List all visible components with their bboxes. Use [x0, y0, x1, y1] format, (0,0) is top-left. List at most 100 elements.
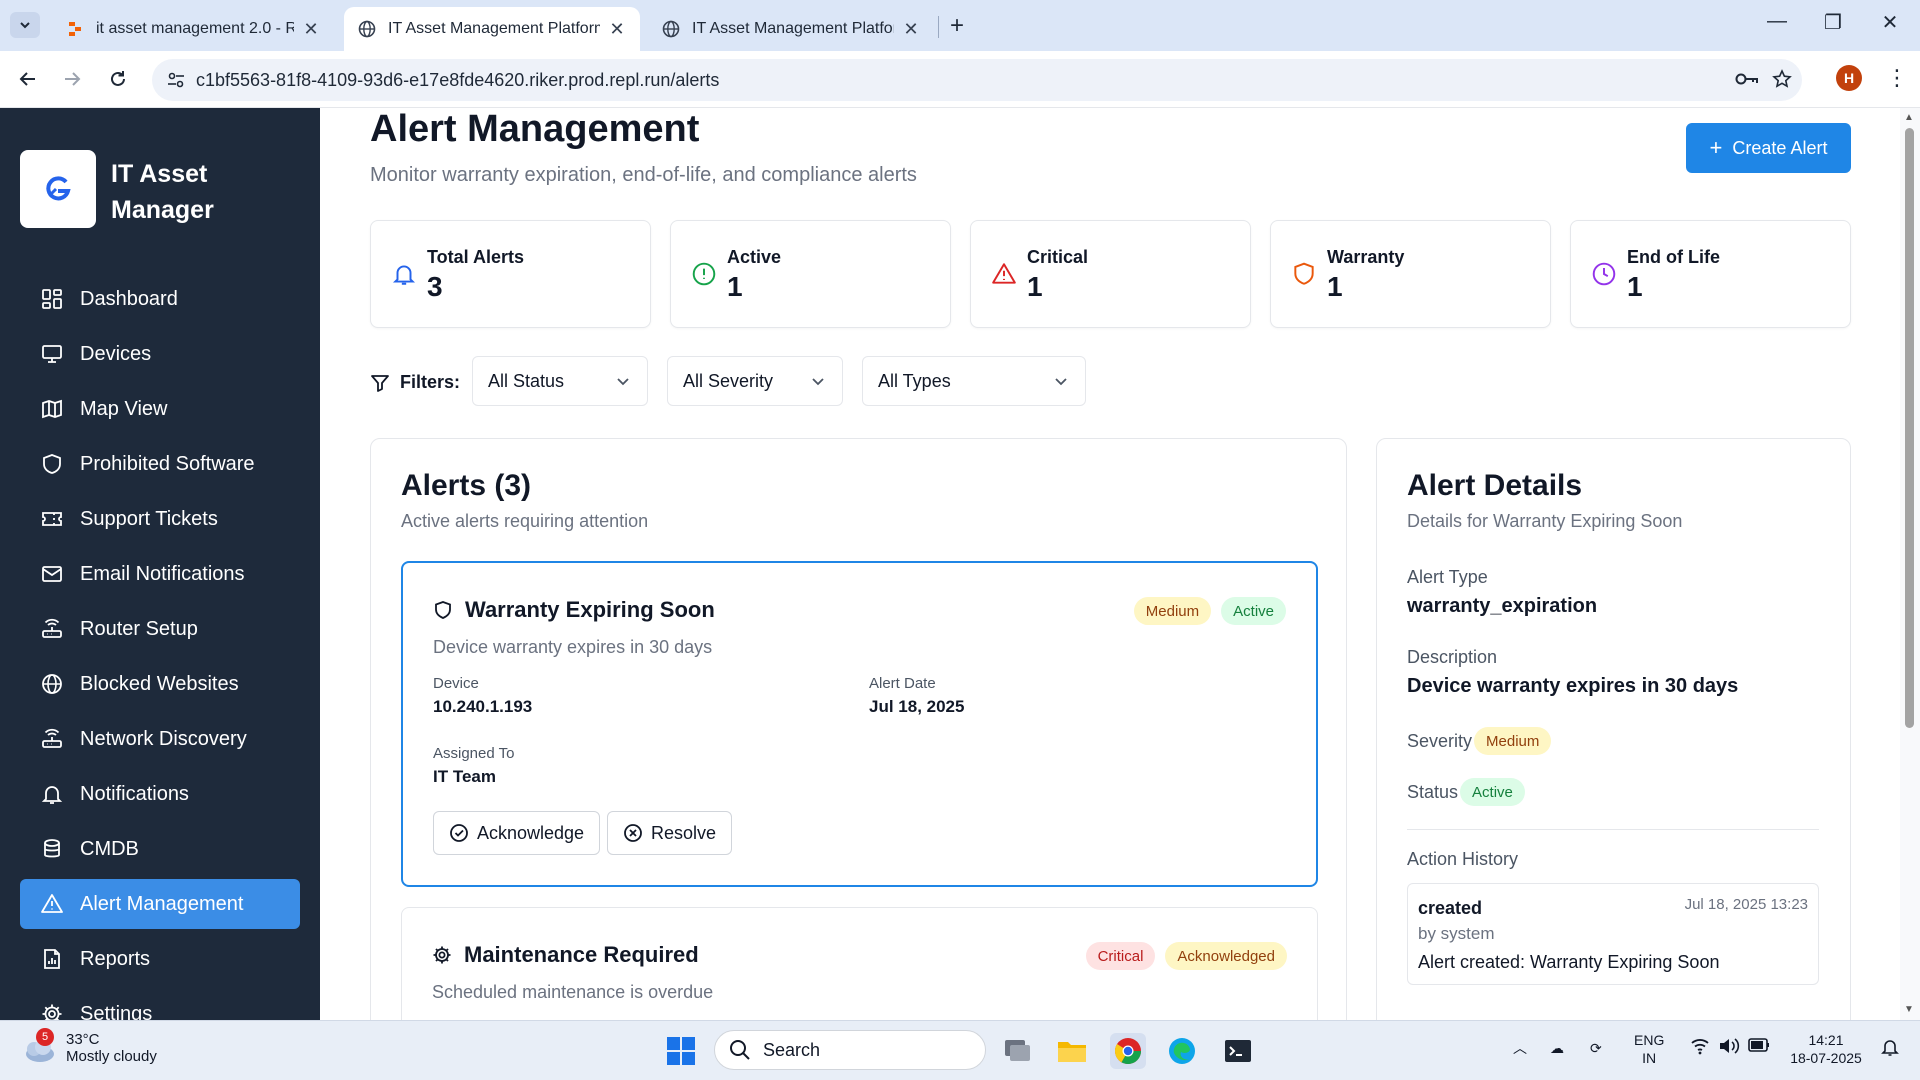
- assigned-to-label: Assigned To: [433, 745, 515, 762]
- sidebar-item-prohibited-software[interactable]: Prohibited Software: [20, 439, 300, 489]
- create-alert-label: Create Alert: [1732, 137, 1828, 158]
- alerts-panel: Alerts (3) Active alerts requiring atten…: [370, 438, 1347, 1020]
- sidebar-item-dashboard[interactable]: Dashboard: [20, 274, 300, 324]
- plus-icon: +: [1709, 135, 1723, 160]
- terminal-icon[interactable]: [1220, 1033, 1256, 1069]
- sidebar-item-label: Map View: [80, 397, 168, 420]
- acknowledge-button[interactable]: Acknowledge: [433, 811, 601, 855]
- alerts-panel-title: Alerts (3): [401, 469, 532, 502]
- volume-icon[interactable]: [1718, 1037, 1740, 1059]
- tab-title: it asset management 2.0 - Repl: [96, 20, 294, 37]
- alert-details-panel: Alert Details Details for Warranty Expir…: [1376, 438, 1851, 1020]
- sidebar-item-reports[interactable]: Reports: [20, 934, 300, 984]
- battery-icon[interactable]: [1748, 1037, 1770, 1057]
- assigned-to-value: IT Team: [433, 767, 496, 786]
- severity-filter-select[interactable]: All Severity: [667, 356, 843, 406]
- clock-date: 18-07-2025: [1790, 1050, 1862, 1066]
- sidebar-item-network-discovery[interactable]: Network Discovery: [20, 714, 300, 764]
- type-filter-select[interactable]: All Types: [862, 356, 1086, 406]
- device-label: Device: [433, 675, 479, 692]
- alert-type-value: warranty_expiration: [1407, 595, 1598, 617]
- browser-tab-replit[interactable]: it asset management 2.0 - Repl ✕: [52, 7, 334, 51]
- alert-card[interactable]: Warranty Expiring Soon Medium Active Dev…: [401, 561, 1318, 887]
- sidebar-item-router-setup[interactable]: Router Setup: [20, 604, 300, 654]
- alert-badges: Medium Active: [1133, 597, 1286, 625]
- close-icon[interactable]: ✕: [902, 19, 920, 40]
- sidebar-item-email-notifications[interactable]: Email Notifications: [20, 549, 300, 599]
- url-bar[interactable]: c1bf5563-81f8-4109-93d6-e17e8fde4620.rik…: [152, 59, 1802, 101]
- minimize-button[interactable]: —: [1757, 10, 1797, 33]
- main-content: Alert Management Monitor warranty expira…: [320, 108, 1900, 1020]
- browser-menu-icon[interactable]: ⋮: [1886, 65, 1908, 91]
- shield-icon: [1291, 261, 1317, 287]
- alert-card[interactable]: Maintenance Required Critical Acknowledg…: [401, 907, 1318, 1020]
- clock-icon: [1591, 261, 1617, 287]
- forward-arrow-icon[interactable]: [58, 65, 86, 93]
- profile-avatar[interactable]: H: [1836, 65, 1862, 91]
- sidebar-item-cmdb[interactable]: CMDB: [20, 824, 300, 874]
- browser-tab-third[interactable]: IT Asset Management Platform ✕: [648, 7, 934, 51]
- address-bar-row: c1bf5563-81f8-4109-93d6-e17e8fde4620.rik…: [0, 51, 1920, 108]
- onedrive-icon[interactable]: ☁: [1550, 1039, 1564, 1057]
- sidebar-item-map-view[interactable]: Map View: [20, 384, 300, 434]
- sidebar-item-notifications[interactable]: Notifications: [20, 769, 300, 819]
- sidebar-item-alert-management[interactable]: Alert Management: [20, 879, 300, 929]
- bookmark-star-icon[interactable]: [1772, 69, 1792, 94]
- tab-search-button[interactable]: [10, 12, 40, 38]
- sidebar-item-support-tickets[interactable]: Support Tickets: [20, 494, 300, 544]
- severity-badge: Medium: [1133, 597, 1212, 625]
- bell-icon: [391, 261, 417, 287]
- show-hidden-icons[interactable]: ︿: [1513, 1039, 1527, 1057]
- close-icon[interactable]: ✕: [608, 19, 626, 40]
- taskbar-search[interactable]: Search: [714, 1030, 986, 1070]
- chevron-down-icon: [1055, 378, 1067, 386]
- edge-icon[interactable]: [1164, 1033, 1200, 1069]
- task-view-icon[interactable]: [1000, 1033, 1036, 1069]
- stat-value: 1: [1627, 271, 1643, 302]
- device-value: 10.240.1.193: [433, 697, 533, 716]
- alert-title-text: Warranty Expiring Soon: [465, 597, 715, 622]
- sidebar-item-label: Support Tickets: [80, 507, 218, 530]
- sidebar-item-settings[interactable]: Settings: [20, 989, 300, 1020]
- file-explorer-icon[interactable]: [1054, 1033, 1090, 1069]
- create-alert-button[interactable]: + Create Alert: [1686, 123, 1851, 173]
- status-row: Status Active: [1407, 778, 1525, 806]
- restore-button[interactable]: ❐: [1813, 10, 1853, 35]
- browser-tab-active[interactable]: IT Asset Management Platform ✕: [344, 7, 640, 51]
- alerts-panel-subtitle: Active alerts requiring attention: [401, 511, 649, 531]
- language-indicator[interactable]: ENG IN: [1634, 1031, 1664, 1067]
- url-text: c1bf5563-81f8-4109-93d6-e17e8fde4620.rik…: [196, 70, 720, 90]
- history-note: Alert created: Warranty Expiring Soon: [1418, 952, 1720, 972]
- sidebar-item-blocked-websites[interactable]: Blocked Websites: [20, 659, 300, 709]
- alert-circle-icon: [691, 261, 717, 287]
- sidebar-item-label: Devices: [80, 342, 152, 365]
- scrollbar-thumb[interactable]: [1905, 128, 1914, 728]
- chrome-icon[interactable]: [1110, 1033, 1146, 1069]
- language-secondary: IN: [1642, 1050, 1657, 1066]
- password-key-icon[interactable]: [1734, 69, 1760, 94]
- gear-icon: [40, 1002, 64, 1020]
- clock[interactable]: 14:21 18-07-2025: [1786, 1031, 1866, 1067]
- close-icon[interactable]: ✕: [302, 19, 320, 40]
- notification-bell-icon[interactable]: [1880, 1037, 1900, 1061]
- site-settings-icon[interactable]: [166, 70, 186, 95]
- stat-label: Active: [727, 247, 782, 267]
- alert-title-text: Maintenance Required: [464, 942, 699, 967]
- report-icon: [40, 947, 64, 971]
- window-close-button[interactable]: ✕: [1870, 10, 1910, 35]
- status-filter-select[interactable]: All Status: [472, 356, 648, 406]
- reload-icon[interactable]: [104, 65, 132, 93]
- scroll-up-arrow[interactable]: ▲: [1904, 112, 1914, 123]
- page-scrollbar[interactable]: ▲ ▼: [1900, 108, 1920, 1020]
- x-circle-icon: [624, 824, 642, 842]
- new-tab-button[interactable]: +: [950, 12, 964, 40]
- sync-icon[interactable]: ⟳: [1590, 1039, 1602, 1057]
- weather-widget[interactable]: 5 33°C Mostly cloudy: [20, 1028, 157, 1065]
- windows-start-icon[interactable]: [663, 1033, 699, 1069]
- resolve-button[interactable]: Resolve: [607, 811, 733, 855]
- scroll-down-arrow[interactable]: ▼: [1904, 1004, 1914, 1015]
- back-arrow-icon[interactable]: [14, 65, 42, 93]
- sidebar-item-label: Router Setup: [80, 617, 198, 640]
- sidebar-item-devices[interactable]: Devices: [20, 329, 300, 379]
- wifi-icon[interactable]: [1690, 1037, 1710, 1059]
